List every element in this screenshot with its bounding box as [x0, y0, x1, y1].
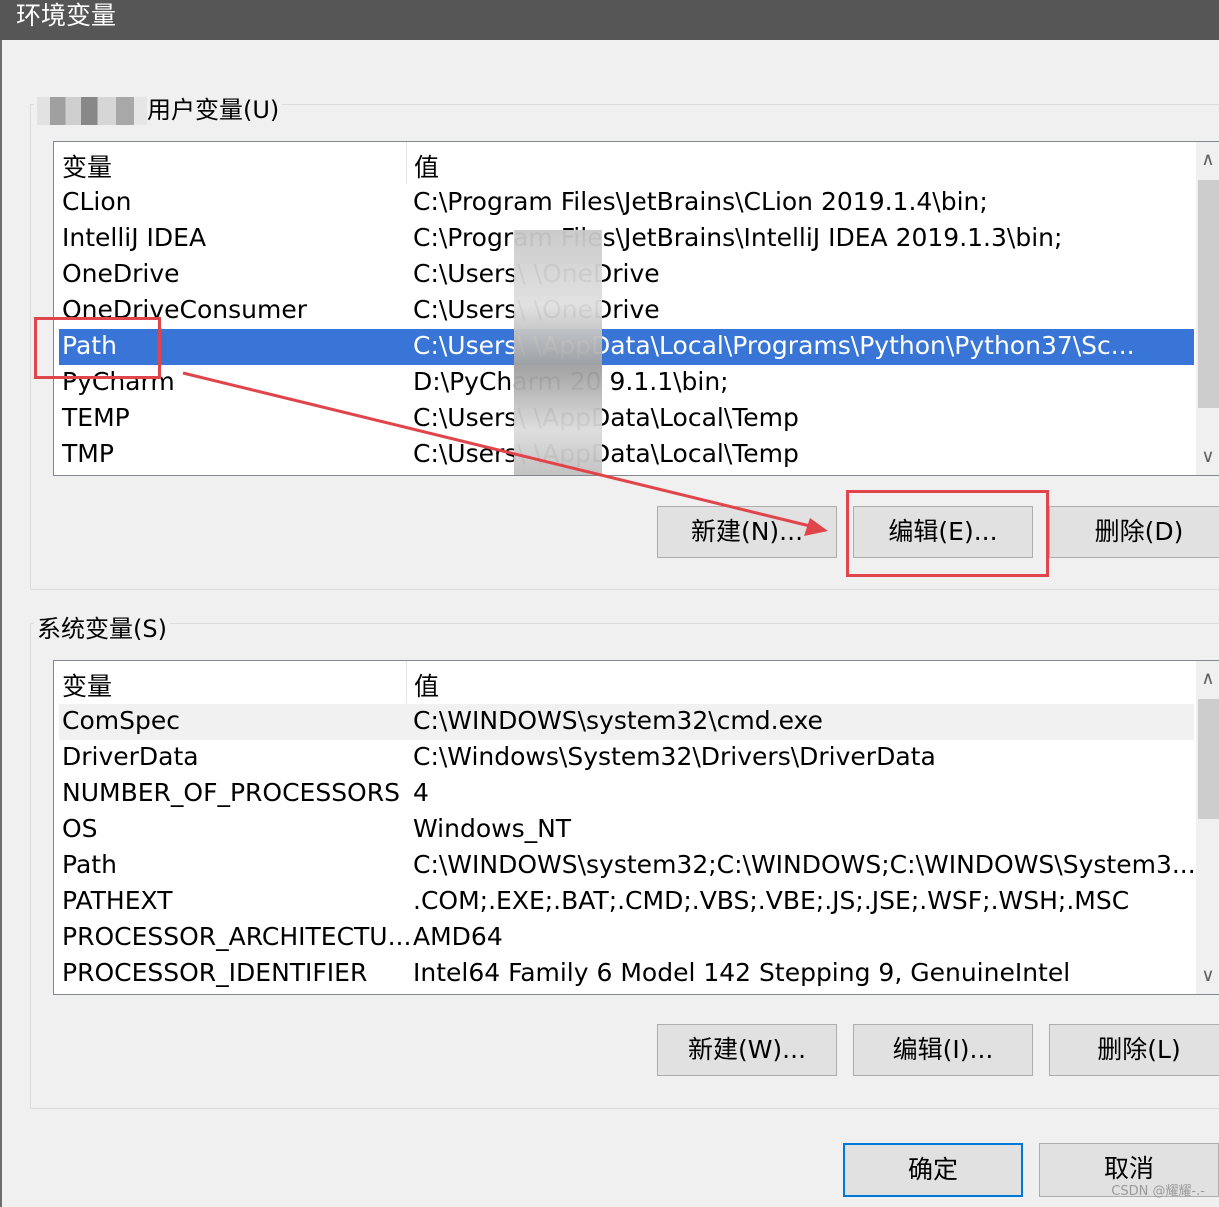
arrow-line	[182, 371, 811, 528]
watermark: CSDN @耀耀-.-	[1111, 1184, 1205, 1199]
arrow-head	[804, 518, 828, 536]
annotation-arrow	[182, 371, 828, 536]
